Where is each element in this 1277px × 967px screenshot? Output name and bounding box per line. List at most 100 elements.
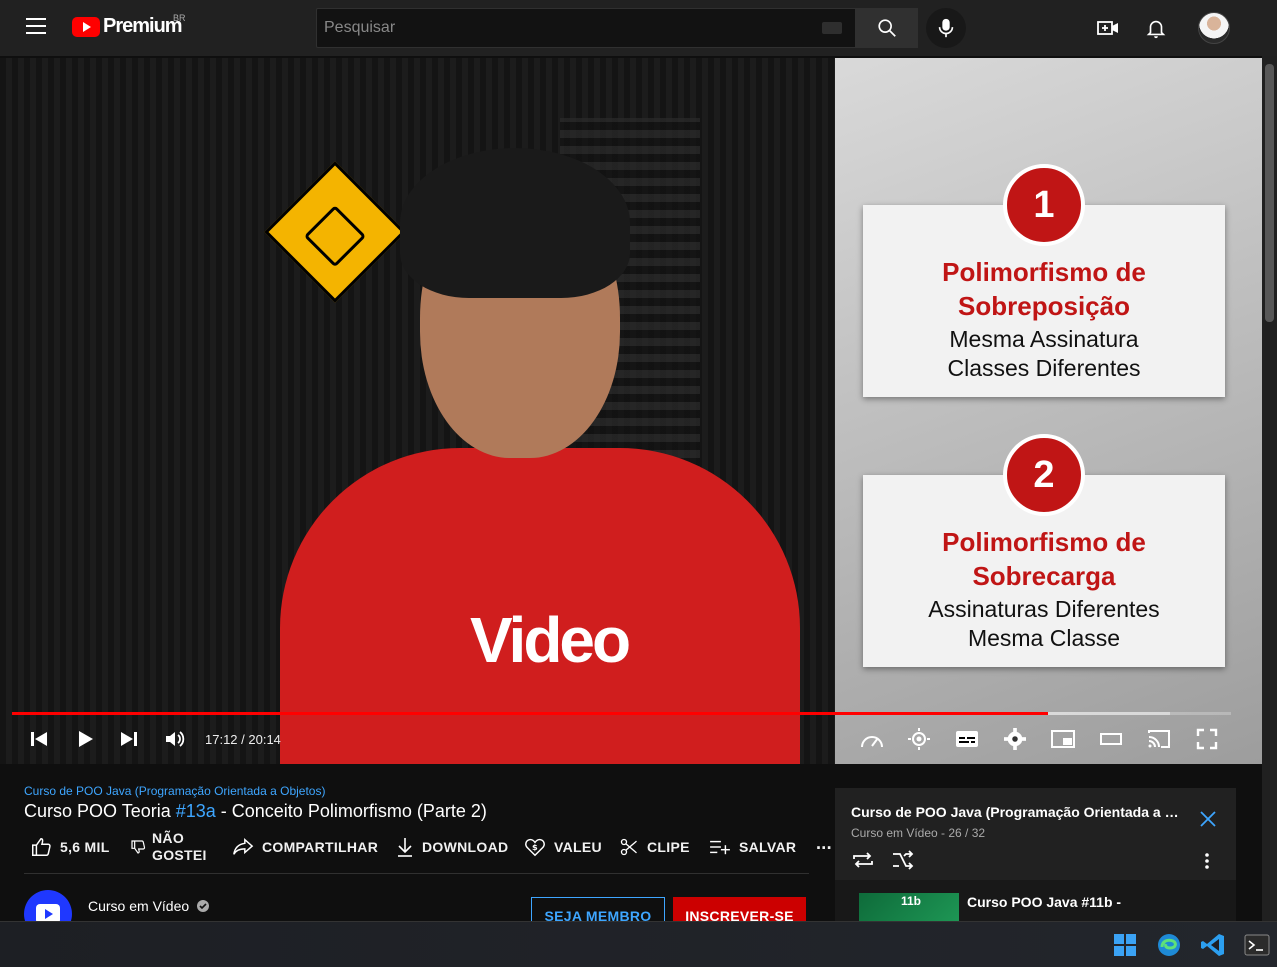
- terminal-icon: [1244, 934, 1270, 956]
- speedometer-icon: [861, 736, 883, 748]
- thanks-button[interactable]: $ VALEU: [524, 830, 602, 864]
- page-scrollbar[interactable]: [1262, 56, 1277, 921]
- playlist-panel-subtitle: Curso em Vídeo - 26 / 32: [851, 826, 986, 840]
- logo-region: BR: [173, 13, 186, 23]
- share-icon: [233, 838, 254, 855]
- playlist-more-button[interactable]: [1197, 851, 1217, 876]
- keyboard-icon[interactable]: [822, 22, 842, 34]
- joystick-logo-icon: [264, 161, 406, 303]
- more-actions-button[interactable]: ...: [816, 826, 832, 860]
- dislike-button[interactable]: NÃO GOSTEI: [130, 830, 207, 864]
- divider: [24, 873, 809, 874]
- time-display: 17:12 / 20:14: [205, 732, 281, 747]
- logo-brand-text: Premium: [103, 15, 183, 37]
- heart-dollar-icon: $: [525, 838, 545, 857]
- subtitles-icon: [956, 731, 978, 747]
- save-button[interactable]: SALVAR: [709, 830, 796, 864]
- slide-card-1: 1 Polimorfismo de Sobreposição Mesma Assi…: [863, 164, 1225, 397]
- video-title: Curso POO Teoria #13a - Conceito Polimor…: [24, 801, 487, 821]
- scrollbar-thumb[interactable]: [1265, 64, 1274, 322]
- slide-card-number: 1: [1003, 164, 1085, 246]
- presenter-hair: [400, 148, 630, 298]
- miniplayer-icon: [1051, 730, 1075, 748]
- start-button[interactable]: [1112, 932, 1138, 958]
- channel-name-row[interactable]: Curso em Vídeo: [88, 898, 210, 914]
- shuffle-icon: [893, 850, 914, 870]
- slide-card-2: 2 Polimorfismo de Sobrecarga Assinaturas …: [863, 434, 1225, 667]
- cast-button[interactable]: [1146, 726, 1172, 752]
- next-button[interactable]: [116, 726, 142, 752]
- settings-button[interactable]: [1002, 726, 1028, 752]
- like-button[interactable]: 5,6 MIL: [30, 830, 110, 864]
- search-box: [316, 8, 856, 48]
- slide-panel: 1 Polimorfismo de Sobreposição Mesma Assi…: [835, 58, 1262, 764]
- clip-button[interactable]: CLIPE: [619, 830, 690, 864]
- miniplayer-button[interactable]: [1050, 726, 1076, 752]
- theater-mode-button[interactable]: [1098, 726, 1124, 752]
- video-player[interactable]: Video 1 Polimorfismo de Sobreposição Mesm…: [0, 58, 1262, 764]
- edge-browser-button[interactable]: [1156, 932, 1182, 958]
- close-icon: [1200, 811, 1216, 827]
- slide-card-description: Mesma Assinatura Classes Diferentes: [947, 326, 1141, 381]
- youtube-logo-icon: [72, 16, 100, 37]
- close-playlist-button[interactable]: [1199, 810, 1217, 833]
- played-bar: [12, 712, 1049, 715]
- playlist-item-title[interactable]: Curso POO Java #11b -: [967, 894, 1121, 910]
- thumbnail-label: 11b: [901, 894, 922, 908]
- playlist-link[interactable]: Curso de POO Java (Programação Orientada…: [24, 784, 325, 798]
- windows-icon: [1114, 934, 1136, 956]
- shuffle-playlist-button[interactable]: [891, 850, 915, 875]
- search-icon: [877, 19, 896, 37]
- download-button[interactable]: DOWNLOAD: [396, 830, 508, 864]
- search-button[interactable]: [855, 8, 918, 48]
- microphone-icon: [938, 18, 954, 38]
- volume-icon: [166, 731, 185, 747]
- download-icon: [398, 838, 412, 857]
- skip-previous-icon: [31, 732, 47, 746]
- video-frame-presenter: Video: [0, 58, 835, 764]
- subtitles-button[interactable]: [954, 726, 980, 752]
- terminal-button[interactable]: [1244, 932, 1270, 958]
- progress-bar[interactable]: [12, 712, 1231, 715]
- slide-card-description: Assinaturas Diferentes Mesma Classe: [928, 596, 1160, 651]
- voice-search-button[interactable]: [926, 8, 966, 48]
- vscode-button[interactable]: [1200, 932, 1226, 958]
- more-vertical-icon: [1205, 853, 1209, 869]
- loop-icon: [853, 852, 873, 868]
- loop-playlist-button[interactable]: [851, 850, 875, 875]
- ambient-button[interactable]: [906, 726, 932, 752]
- playlist-panel-title[interactable]: Curso de POO Java (Programação Orientada…: [851, 804, 1181, 820]
- play-icon: [79, 731, 93, 747]
- play-button[interactable]: [72, 726, 98, 752]
- fullscreen-icon: [1196, 728, 1218, 750]
- theater-mode-icon: [1100, 733, 1122, 745]
- dislike-label: NÃO GOSTEI: [152, 830, 207, 863]
- thumbs-up-icon: [32, 838, 51, 856]
- edge-browser-icon: [1158, 934, 1180, 956]
- top-bar: Premium BR: [0, 0, 1277, 56]
- playlist-add-icon: [710, 840, 730, 855]
- volume-button[interactable]: [162, 726, 188, 752]
- scissors-icon: [620, 838, 637, 856]
- playback-speed-button[interactable]: [858, 726, 886, 752]
- create-video-button[interactable]: [1096, 16, 1120, 40]
- thumbs-down-icon: [131, 840, 146, 854]
- cast-icon: [1148, 730, 1170, 748]
- fullscreen-button[interactable]: [1194, 726, 1220, 752]
- slide-card-title: Polimorfismo de Sobrecarga: [942, 527, 1146, 591]
- shirt-logo-text: Video: [470, 604, 631, 676]
- gear-icon: [1004, 728, 1026, 750]
- user-avatar[interactable]: [1198, 12, 1230, 44]
- menu-icon[interactable]: [26, 18, 46, 34]
- skip-next-icon: [121, 732, 137, 746]
- verified-icon: [197, 900, 210, 912]
- notifications-button[interactable]: [1144, 16, 1168, 40]
- share-button[interactable]: COMPARTILHAR: [232, 830, 378, 864]
- vscode-icon: [1201, 934, 1224, 956]
- search-input[interactable]: [317, 9, 855, 47]
- bell-icon: [1146, 20, 1166, 39]
- previous-button[interactable]: [26, 726, 52, 752]
- hashtag-link[interactable]: #13a: [176, 801, 216, 821]
- youtube-premium-logo[interactable]: Premium BR: [72, 13, 186, 38]
- sun-gear-icon: [908, 728, 930, 750]
